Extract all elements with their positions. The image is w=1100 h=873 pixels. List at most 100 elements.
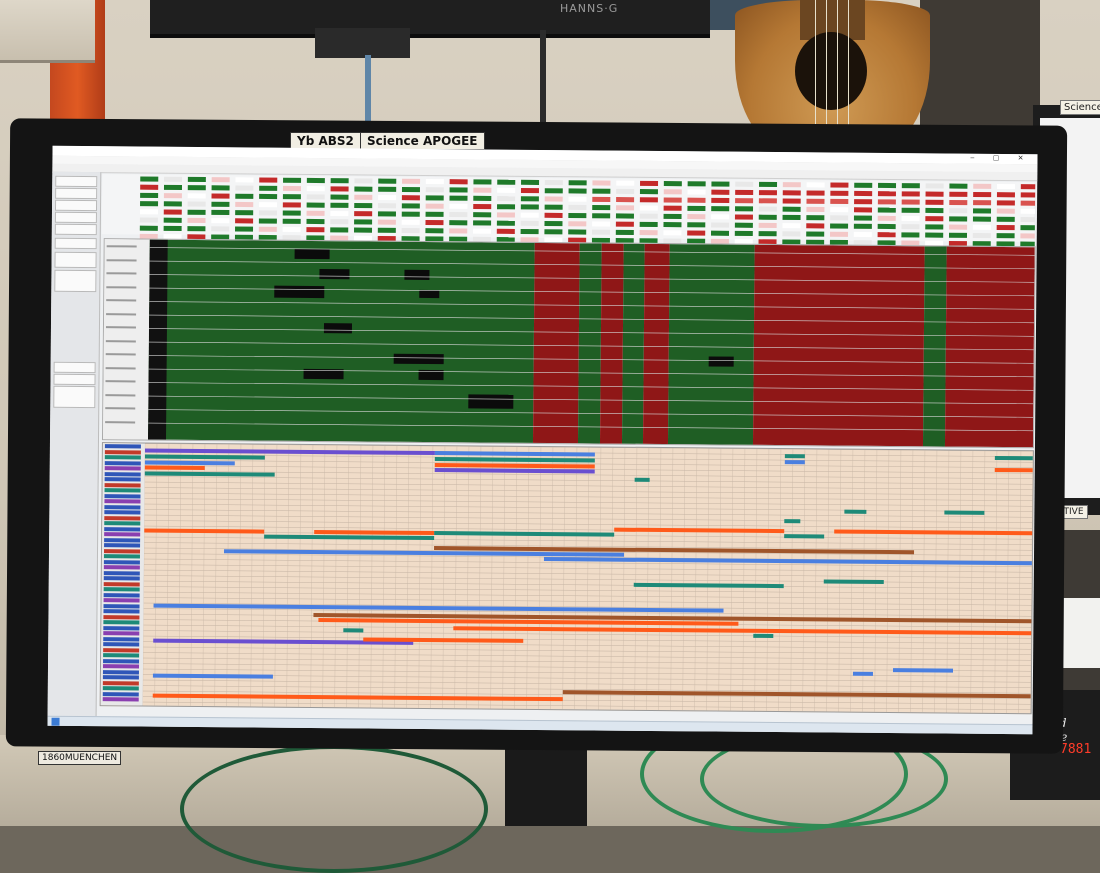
status-indicator bbox=[330, 202, 349, 208]
grid-col-line bbox=[490, 446, 494, 709]
sidebar-button[interactable] bbox=[54, 251, 97, 269]
status-indicator bbox=[140, 176, 159, 182]
status-indicator bbox=[354, 194, 373, 200]
status-indicator bbox=[163, 217, 182, 223]
status-indicator bbox=[640, 180, 659, 186]
status-indicator bbox=[140, 192, 159, 199]
status-indicator bbox=[830, 223, 849, 229]
status-indicator bbox=[925, 183, 944, 189]
grid-col-line bbox=[358, 445, 362, 708]
grid-col-line bbox=[610, 447, 614, 710]
channel-pulse-bar bbox=[144, 465, 205, 471]
sidebar-button[interactable] bbox=[54, 223, 97, 236]
status-indicator bbox=[568, 221, 587, 227]
status-indicator bbox=[473, 179, 492, 185]
grid-channel-label bbox=[103, 620, 140, 625]
grid-col-line bbox=[346, 445, 350, 708]
grid-col-line bbox=[406, 445, 410, 708]
status-indicator bbox=[282, 218, 301, 224]
status-indicator bbox=[687, 222, 706, 228]
grid-channel-label bbox=[103, 576, 140, 581]
status-indicator bbox=[735, 181, 754, 187]
status-indicator bbox=[211, 226, 230, 232]
status-indicator bbox=[616, 180, 635, 186]
channel-pulse-bar bbox=[144, 448, 435, 456]
grid-channel-label bbox=[104, 493, 141, 498]
sidebar-button[interactable] bbox=[53, 385, 96, 409]
sidebar-button[interactable] bbox=[53, 361, 96, 374]
sequence-pulse-block bbox=[274, 285, 325, 299]
sequence-label-mark bbox=[105, 393, 136, 396]
status-indicator bbox=[972, 216, 991, 222]
ukulele-string bbox=[848, 0, 849, 140]
grid-col-line bbox=[1018, 451, 1022, 714]
status-indicator bbox=[639, 189, 658, 195]
status-indicator bbox=[425, 203, 444, 209]
start-icon[interactable] bbox=[51, 717, 60, 726]
status-indicator bbox=[925, 191, 944, 197]
sequence-pulse-block bbox=[468, 394, 514, 409]
sidebar-button[interactable] bbox=[54, 199, 98, 212]
sidebar-button[interactable] bbox=[55, 175, 98, 188]
status-indicator bbox=[306, 227, 325, 233]
green-cable-loop bbox=[180, 745, 488, 873]
status-indicator bbox=[925, 232, 944, 238]
status-indicator bbox=[187, 201, 206, 207]
grid-channel-label bbox=[104, 521, 141, 526]
status-indicator bbox=[710, 230, 730, 236]
status-indicator bbox=[282, 202, 301, 208]
status-indicator bbox=[1020, 233, 1036, 239]
grid-channel-label bbox=[104, 471, 141, 476]
grid-channel-label bbox=[104, 510, 141, 515]
status-indicator bbox=[401, 195, 420, 201]
status-indicator bbox=[449, 220, 468, 226]
grid-col-line bbox=[634, 447, 638, 710]
sidebar-button[interactable] bbox=[55, 187, 98, 200]
status-indicator bbox=[544, 180, 563, 186]
grid-col-line bbox=[334, 445, 338, 708]
status-indicator bbox=[972, 232, 991, 239]
grid-channel-label bbox=[102, 691, 139, 696]
sidebar-button[interactable] bbox=[54, 211, 97, 224]
status-indicator bbox=[878, 182, 897, 189]
status-indicator bbox=[211, 177, 230, 183]
window-controls[interactable]: ‒ ▢ ✕ bbox=[970, 154, 1031, 163]
status-indicator bbox=[782, 206, 801, 212]
status-indicator bbox=[615, 229, 634, 235]
grid-col-line bbox=[322, 445, 326, 708]
channel-pulse-bar bbox=[753, 633, 774, 639]
status-indicator bbox=[449, 228, 468, 234]
grid-channel-label bbox=[104, 532, 141, 537]
status-indicator bbox=[663, 205, 682, 211]
grid-col-line bbox=[754, 448, 758, 711]
sidebar-button[interactable] bbox=[54, 237, 97, 250]
status-indicator bbox=[544, 229, 563, 235]
grid-channel-label bbox=[104, 543, 141, 548]
sidebar-button[interactable] bbox=[53, 373, 96, 386]
status-indicator bbox=[402, 178, 421, 184]
status-indicator bbox=[758, 198, 777, 204]
channel-pulse-bar bbox=[152, 693, 563, 702]
status-indicator bbox=[163, 184, 183, 191]
grid-channel-label bbox=[102, 664, 140, 669]
sequence-label-mark bbox=[106, 312, 137, 315]
grid-channel-label bbox=[104, 548, 141, 553]
grid-col-line bbox=[190, 443, 194, 706]
status-indicator bbox=[711, 206, 730, 212]
status-indicator bbox=[925, 199, 944, 205]
status-indicator bbox=[877, 223, 896, 230]
channel-grid bbox=[99, 442, 1034, 715]
grid-col-line bbox=[706, 448, 710, 711]
sidebar-button[interactable] bbox=[54, 269, 97, 293]
grid-channel-label bbox=[103, 554, 140, 559]
grid-channel-label bbox=[104, 482, 141, 487]
status-indicator bbox=[830, 215, 849, 221]
sequence-pulse-block bbox=[419, 289, 440, 299]
grid-col-line bbox=[214, 444, 218, 707]
status-indicator bbox=[282, 194, 301, 200]
status-indicator bbox=[996, 208, 1015, 214]
status-indicator bbox=[806, 231, 825, 237]
grid-channel-label bbox=[103, 642, 140, 647]
status-indicator bbox=[901, 207, 920, 213]
status-indicator bbox=[782, 190, 801, 196]
